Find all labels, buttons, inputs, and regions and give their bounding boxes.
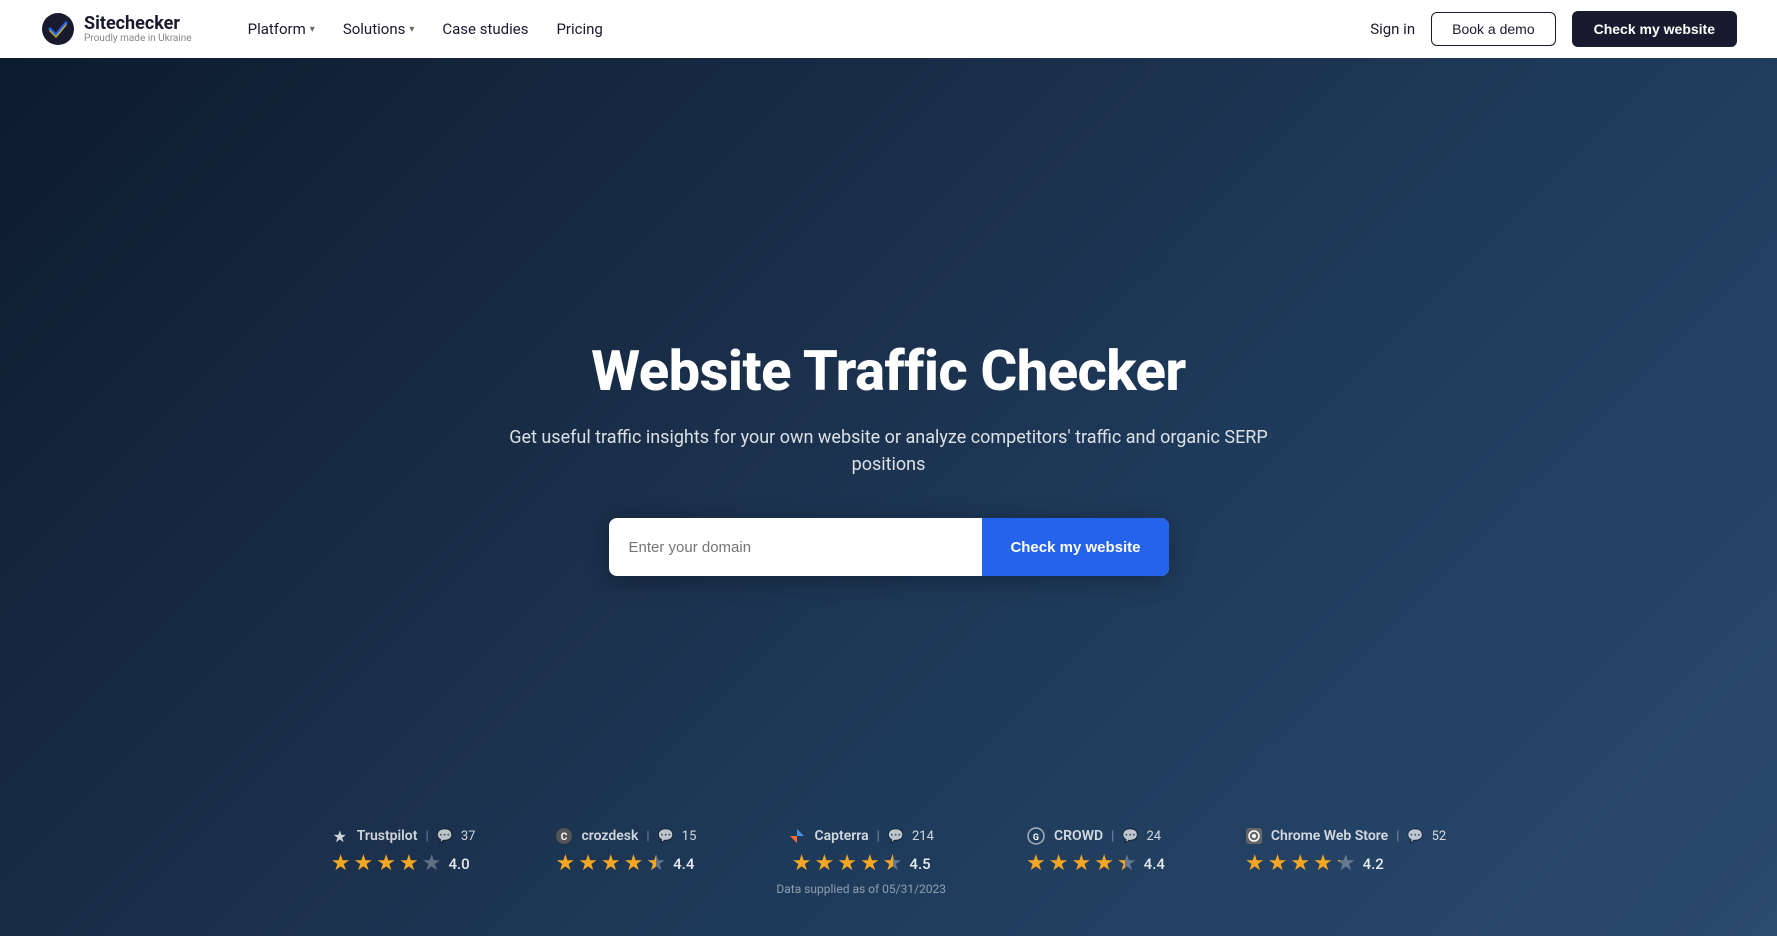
crowd-header: G CROWD | 💬 24 [1026,827,1161,845]
crowd-score: 4.4 [1144,855,1165,873]
comment-icon: 💬 [888,829,904,844]
chrome-stars: ★ ★ ★ ★ ★ ★ 4.2 [1245,851,1384,876]
chrome-header: Chrome Web Store | 💬 52 [1245,827,1446,845]
svg-text:C: C [561,832,568,843]
crowd-label: CROWD [1054,828,1103,844]
trustpilot-label: Trustpilot [357,828,418,844]
check-my-website-button-nav[interactable]: Check my website [1572,11,1737,47]
nav-right-actions: Sign in Book a demo Check my website [1370,11,1737,47]
crozdesk-icon: C [555,827,573,845]
ratings-section: ★ Trustpilot | 💬 37 ★ ★ ★ ★ ★ 4.0 C [0,827,1777,896]
sign-in-link[interactable]: Sign in [1370,20,1415,38]
capterra-count: 214 [912,829,934,844]
logo-text-area: Sitechecker Proudly made in Ukraine [84,14,192,44]
chrome-count: 52 [1432,829,1447,844]
logo-subtitle: Proudly made in Ukraine [84,34,192,44]
chrome-score: 4.2 [1363,855,1384,873]
crozdesk-rating: C crozdesk | 💬 15 ★ ★ ★ ★ ★ ★ 4.4 [555,827,696,876]
crozdesk-score: 4.4 [673,855,694,873]
trustpilot-stars: ★ ★ ★ ★ ★ 4.0 [331,851,470,876]
hero-subtitle: Get useful traffic insights for your own… [499,424,1279,478]
data-supplied-text: Data supplied as of 05/31/2023 [776,882,946,896]
trustpilot-count: 37 [461,829,476,844]
hero-section: Website Traffic Checker Get useful traff… [0,58,1777,936]
nav-pricing[interactable]: Pricing [556,20,602,38]
nav-links: Platform ▾ Solutions ▾ Case studies Pric… [248,20,1339,38]
navbar: Sitechecker Proudly made in Ukraine Plat… [0,0,1777,58]
capterra-label: Capterra [814,828,868,844]
crowd-count: 24 [1146,829,1161,844]
check-my-website-button[interactable]: Check my website [982,518,1168,576]
crozdesk-label: crozdesk [581,828,638,844]
trustpilot-score: 4.0 [448,855,469,873]
svg-text:G: G [1033,833,1039,843]
logo-name: Sitechecker [84,14,192,34]
comment-icon: 💬 [1407,829,1423,844]
chrome-rating: Chrome Web Store | 💬 52 ★ ★ ★ ★ ★ ★ 4.2 [1245,827,1446,876]
chevron-down-icon: ▾ [409,24,414,35]
capterra-column: Capterra | 💬 214 ★ ★ ★ ★ ★ ★ 4.5 [776,827,946,896]
chrome-icon [1245,827,1263,845]
trustpilot-header: ★ Trustpilot | 💬 37 [331,827,476,845]
logo[interactable]: Sitechecker Proudly made in Ukraine [40,11,192,47]
crozdesk-stars: ★ ★ ★ ★ ★ ★ 4.4 [555,851,694,876]
comment-icon: 💬 [437,829,453,844]
domain-input[interactable] [609,518,983,576]
search-bar: Check my website [609,518,1169,576]
nav-solutions[interactable]: Solutions ▾ [343,20,415,38]
hero-title: Website Traffic Checker [591,338,1185,404]
crozdesk-count: 15 [682,829,697,844]
capterra-icon [788,827,806,845]
crowd-rating: G CROWD | 💬 24 ★ ★ ★ ★ ★ ★ 4.4 [1026,827,1165,876]
capterra-rating: Capterra | 💬 214 ★ ★ ★ ★ ★ ★ 4.5 [788,827,933,876]
capterra-header: Capterra | 💬 214 [788,827,933,845]
trustpilot-icon: ★ [331,827,349,845]
trustpilot-rating: ★ Trustpilot | 💬 37 ★ ★ ★ ★ ★ 4.0 [331,827,476,876]
capterra-stars: ★ ★ ★ ★ ★ ★ 4.5 [792,851,931,876]
capterra-score: 4.5 [909,855,930,873]
book-demo-button[interactable]: Book a demo [1431,12,1556,46]
logo-icon [40,11,76,47]
comment-icon: 💬 [1122,829,1138,844]
crowd-stars: ★ ★ ★ ★ ★ ★ 4.4 [1026,851,1165,876]
nav-platform[interactable]: Platform ▾ [248,20,315,38]
chevron-down-icon: ▾ [310,24,315,35]
g2crowd-icon: G [1026,827,1046,845]
chrome-label: Chrome Web Store [1271,828,1388,844]
comment-icon: 💬 [658,829,674,844]
crozdesk-header: C crozdesk | 💬 15 [555,827,696,845]
nav-case-studies[interactable]: Case studies [442,20,528,38]
